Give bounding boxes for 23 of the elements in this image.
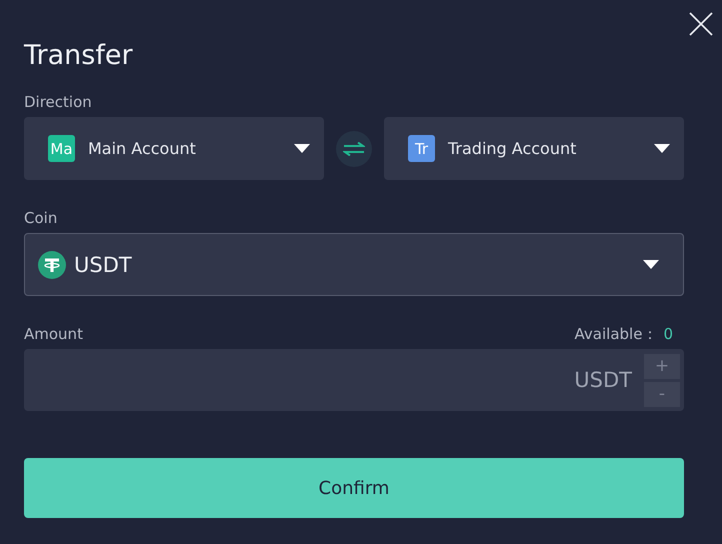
account-badge: Ma (48, 135, 75, 162)
dialog-title: Transfer (24, 39, 134, 73)
swap-button[interactable] (336, 130, 372, 166)
caret-icon (654, 144, 670, 154)
field-label: Amount (24, 324, 84, 344)
close-icon[interactable] (689, 12, 713, 36)
caret-icon (643, 260, 659, 270)
unit-label: USDT (574, 368, 632, 392)
swap-arrows-icon (343, 142, 365, 156)
field-label: Direction (24, 92, 93, 112)
account-badge: Tr (408, 135, 435, 162)
coin-name: USDT (74, 252, 133, 276)
account-select[interactable]: Ma Main Account (24, 117, 324, 180)
coin-select[interactable]: USDT (24, 233, 684, 296)
account-name: Main Account (88, 139, 197, 158)
available-label: Available： (574, 324, 658, 344)
confirm-button[interactable]: Confirm (24, 458, 684, 518)
account-name: Trading Account (448, 139, 578, 158)
field-label: Coin (24, 208, 58, 228)
account-select[interactable]: Tr Trading Account (384, 117, 684, 180)
coin-icon (38, 250, 66, 278)
available-value: 0 (663, 324, 673, 344)
caret-icon (294, 144, 310, 154)
